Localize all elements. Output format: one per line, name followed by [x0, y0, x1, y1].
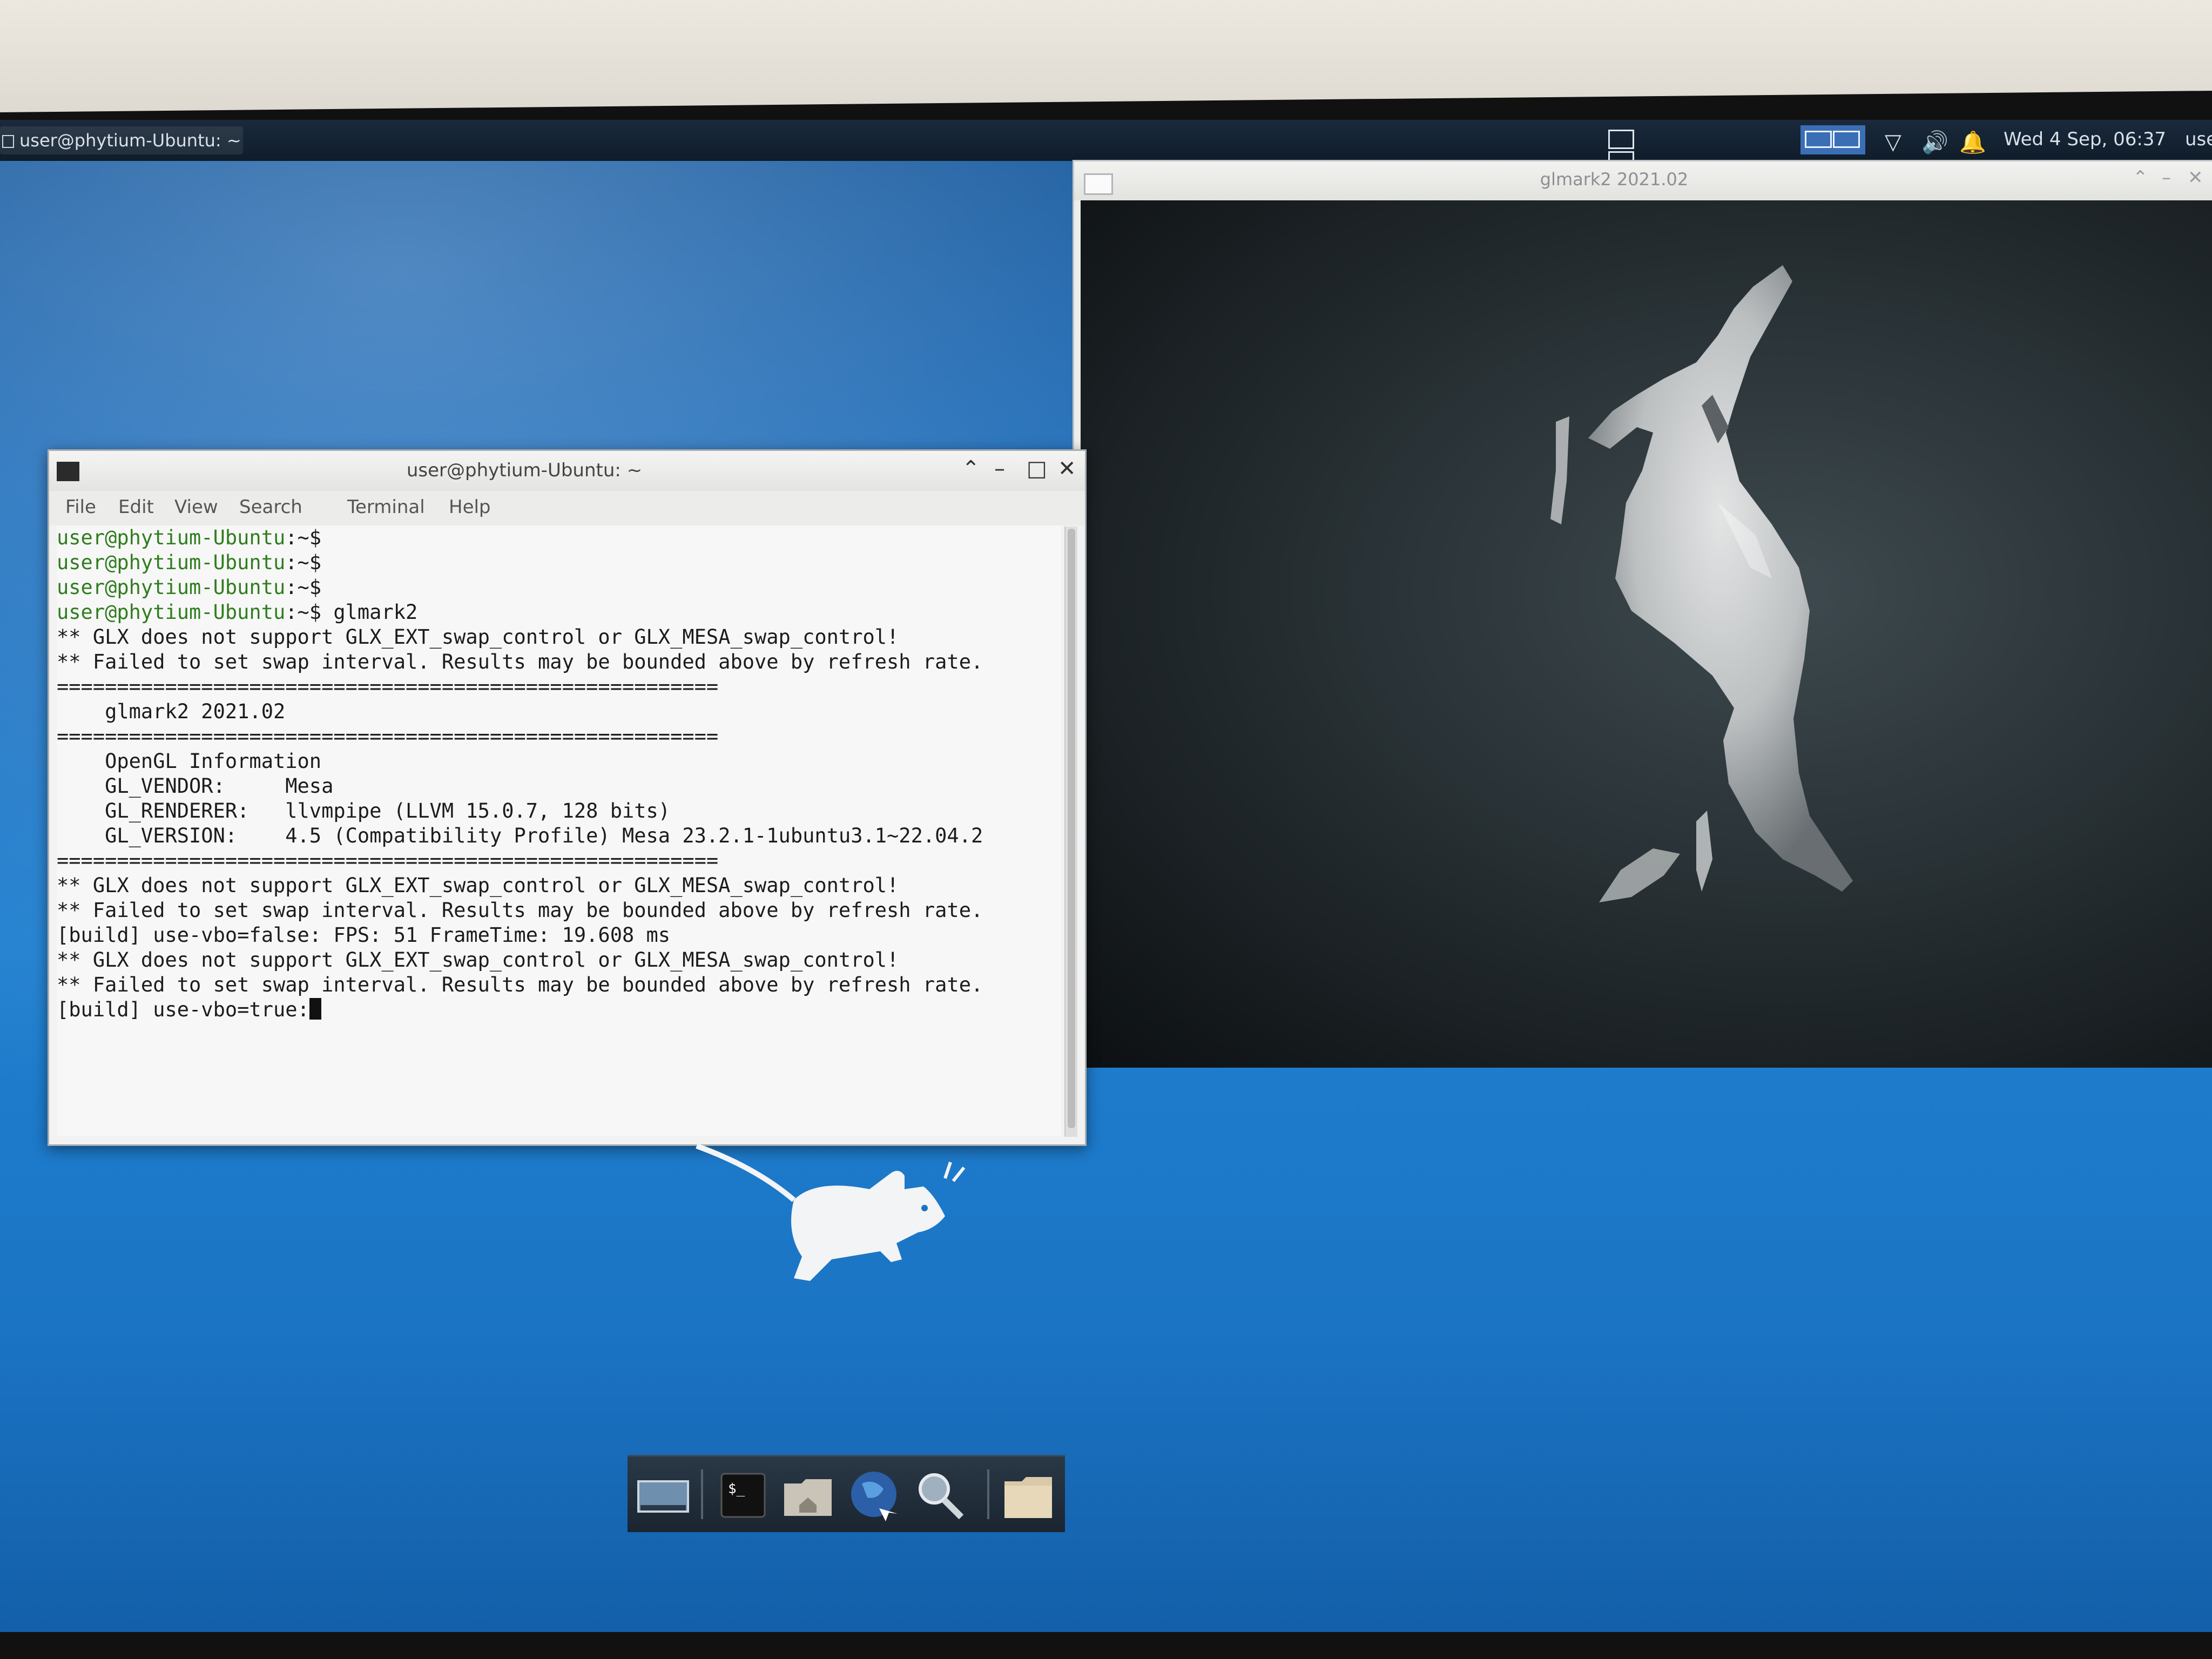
rendered-horse-model — [1550, 265, 1853, 902]
output-line: ** GLX does not support GLX_EXT_swap_con… — [57, 948, 899, 972]
glmark2-window[interactable]: glmark2 2021.02 ⌃ – ✕ — [1073, 160, 2212, 1068]
workspace-switcher-2[interactable] — [1800, 125, 1865, 154]
top-panel: user@phytium-Ubuntu: ~ ▽ 🔊 🔔 Wed 4 Sep, … — [0, 120, 2212, 171]
taskbar-item-label: user@phytium-Ubuntu: ~ — [19, 130, 241, 151]
output-line: ** GLX does not support GLX_EXT_swap_con… — [57, 874, 899, 897]
terminal-output[interactable]: user@phytium-Ubuntu:~$ user@phytium-Ubun… — [57, 525, 1061, 1136]
menu-file[interactable]: File — [65, 496, 96, 518]
glmark2-title: glmark2 2021.02 — [1540, 169, 1689, 190]
menu-terminal[interactable]: Terminal — [347, 496, 425, 518]
minimize-icon[interactable]: – — [994, 456, 1005, 481]
output-line: ** Failed to set swap interval. Results … — [57, 899, 983, 922]
terminal-scrollbar[interactable] — [1064, 527, 1077, 1137]
dock-separator — [701, 1469, 703, 1519]
clock[interactable]: Wed 4 Sep, 06:37 — [2004, 129, 2166, 150]
show-desktop-icon[interactable] — [635, 1467, 691, 1521]
menu-search[interactable]: Search — [239, 496, 302, 518]
user-menu[interactable]: use — [2185, 129, 2212, 150]
svg-text:$_: $_ — [728, 1481, 745, 1497]
current-line: [build] use-vbo=true: — [57, 997, 321, 1022]
text-cursor — [309, 998, 321, 1020]
desktop: user@phytium-Ubuntu: ~ ▽ 🔊 🔔 Wed 4 Sep, … — [0, 120, 2212, 1632]
terminal-window-icon — [2, 135, 14, 148]
output-line: ========================================… — [57, 849, 719, 872]
terminal-titlebar[interactable]: user@phytium-Ubuntu: ~ ⌃ – □ ✕ — [49, 451, 1085, 491]
bell-icon[interactable]: 🔔 — [1959, 130, 1986, 155]
close-icon[interactable]: ✕ — [1058, 456, 1076, 481]
home-folder-icon[interactable] — [780, 1467, 836, 1521]
close-icon[interactable]: ✕ — [2188, 167, 2203, 188]
output-line: glmark2 2021.02 — [57, 700, 286, 723]
command-line: user@phytium-Ubuntu:~$ glmark2 — [57, 601, 418, 624]
output-line: ========================================… — [57, 675, 719, 698]
terminal-menubar: File Edit View Search Terminal Help — [49, 491, 1085, 525]
terminal-title: user@phytium-Ubuntu: ~ — [406, 460, 643, 481]
output-line: ** GLX does not support GLX_EXT_swap_con… — [57, 625, 899, 649]
output-line: ** Failed to set swap interval. Results … — [57, 973, 983, 996]
terminal-window[interactable]: user@phytium-Ubuntu: ~ ⌃ – □ ✕ File Edit… — [48, 449, 1087, 1146]
maximize-icon[interactable]: ⌃ — [2133, 167, 2148, 188]
scrollbar-thumb[interactable] — [1068, 529, 1075, 1128]
output-line: [build] use-vbo=false: FPS: 51 FrameTime… — [57, 923, 671, 947]
web-browser-icon[interactable] — [846, 1467, 902, 1521]
maximize-icon[interactable]: □ — [1027, 456, 1047, 481]
terminal-icon[interactable]: $_ — [714, 1467, 770, 1521]
search-icon[interactable] — [912, 1467, 968, 1521]
folder-icon[interactable] — [1000, 1467, 1056, 1521]
glmark2-render-area — [1081, 200, 2212, 1068]
output-line: GL_VERSION: 4.5 (Compatibility Profile) … — [57, 824, 983, 847]
volume-icon[interactable]: 🔊 — [1921, 130, 1948, 155]
output-line: ** Failed to set swap interval. Results … — [57, 650, 983, 673]
menu-help[interactable]: Help — [449, 496, 491, 518]
prompt-line: user@phytium-Ubuntu:~$ — [57, 526, 322, 549]
prompt-line: user@phytium-Ubuntu:~$ — [57, 551, 322, 574]
output-line: GL_RENDERER: llvmpipe (LLVM 15.0.7, 128 … — [57, 799, 671, 822]
shade-icon[interactable]: ⌃ — [962, 456, 980, 481]
output-line: OpenGL Information — [57, 750, 322, 773]
prompt-line: user@phytium-Ubuntu:~$ — [57, 576, 322, 599]
dock: $_ — [628, 1455, 1065, 1532]
dock-separator — [987, 1469, 989, 1519]
menu-view[interactable]: View — [174, 496, 218, 518]
xfce-mouse-logo — [696, 1143, 966, 1281]
minimize-icon[interactable]: – — [2162, 167, 2171, 188]
glmark2-titlebar[interactable]: glmark2 2021.02 ⌃ – ✕ — [1074, 161, 2212, 200]
wifi-icon[interactable]: ▽ — [1885, 130, 1901, 154]
output-line: ========================================… — [57, 725, 719, 748]
output-line: GL_VENDOR: Mesa — [57, 774, 334, 798]
workspace-switcher-1[interactable] — [1608, 130, 1662, 171]
menu-edit[interactable]: Edit — [118, 496, 154, 518]
taskbar-item-terminal[interactable]: user@phytium-Ubuntu: ~ — [0, 126, 243, 154]
